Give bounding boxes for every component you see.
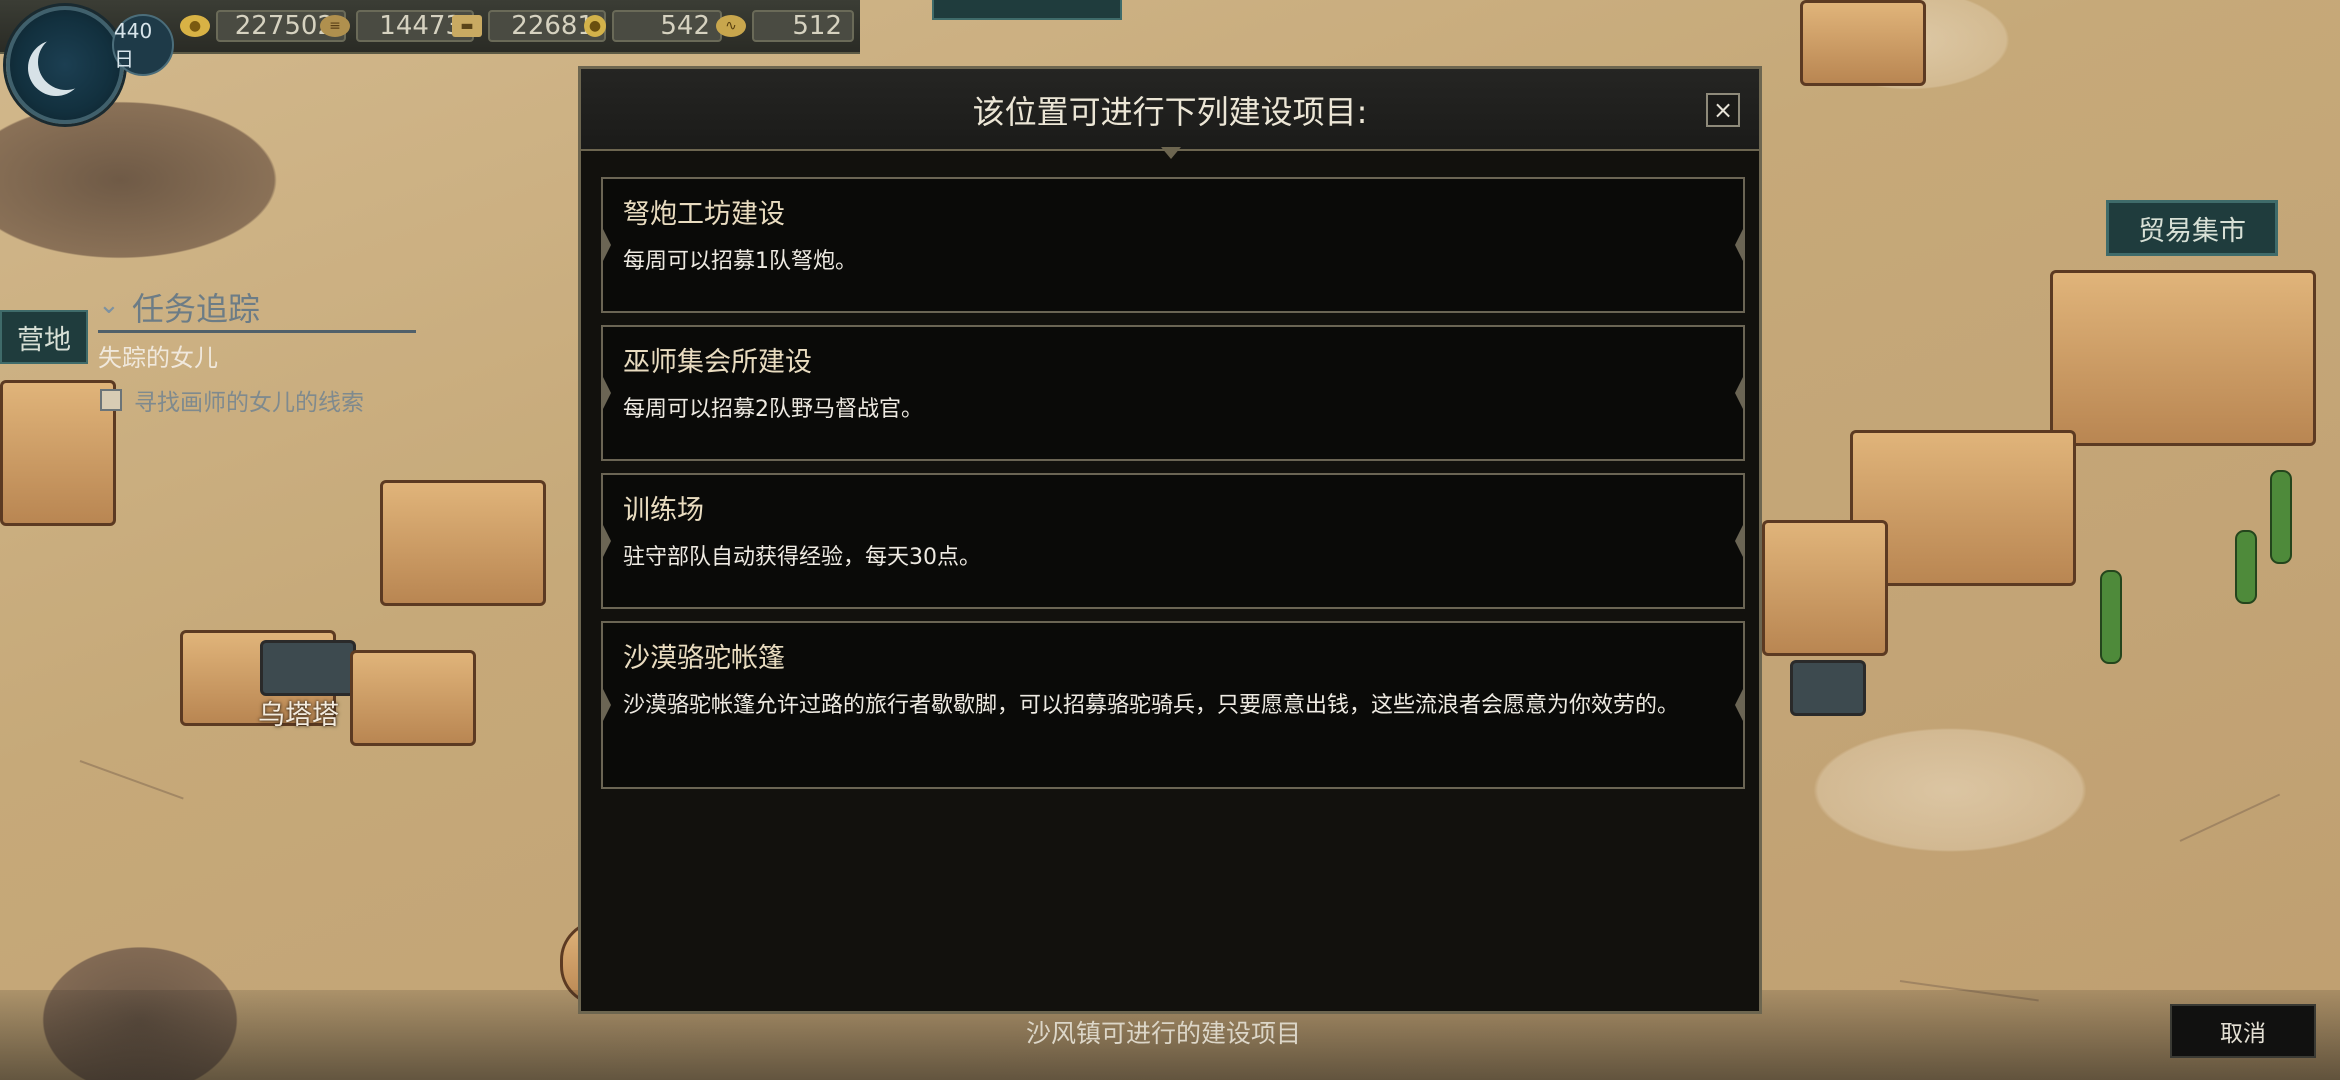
quest-name[interactable]: 失踪的女儿 (98, 338, 218, 373)
day-night-orb[interactable] (6, 6, 124, 124)
map-building (350, 650, 476, 746)
horn-icon: ∿ (716, 15, 746, 37)
resource-horn: ∿ 512 (716, 9, 854, 43)
quest-tracker-title: 任务追踪 (132, 290, 261, 328)
dialog-header: 该位置可进行下列建设项目: × (581, 69, 1759, 151)
resource-crystal: ● 542 (584, 9, 722, 43)
map-building (1790, 660, 1866, 716)
map-building (0, 380, 116, 526)
resource-value: 512 (752, 10, 854, 42)
map-building (1762, 520, 1888, 656)
option-title: 弩炮工坊建设 (623, 199, 785, 230)
map-location-tag[interactable] (932, 0, 1122, 20)
cactus (2235, 530, 2257, 604)
ground-crack (2179, 793, 2281, 842)
stone-bricks-icon: ▬ (452, 15, 482, 37)
town-label[interactable]: 乌塔塔 (258, 693, 339, 732)
quest-tracker-header[interactable]: ⌄ 任务追踪 (98, 282, 416, 333)
option-description: 驻守部队自动获得经验，每天30点。 (623, 545, 981, 570)
chevron-down-icon[interactable]: ⌄ (98, 290, 120, 320)
option-description: 每周可以招募2队野马督战官。 (623, 397, 923, 422)
quest-objective[interactable]: 寻找画师的女儿的线索 (100, 383, 364, 417)
build-option-camel-tent[interactable]: 沙漠骆驼帐篷 沙漠骆驼帐篷允许过路的旅行者歇歇脚，可以招募骆驼骑兵，只要愿意出钱… (601, 621, 1745, 789)
option-title: 沙漠骆驼帐篷 (623, 643, 785, 674)
day-counter: 440日 (112, 14, 174, 76)
build-option-ballista-workshop[interactable]: 弩炮工坊建设 每周可以招募1队弩炮。 (601, 177, 1745, 313)
map-building (260, 640, 356, 696)
dialog-title: 该位置可进行下列建设项目: (972, 93, 1368, 131)
map-building (2050, 270, 2316, 446)
map-building (380, 480, 546, 606)
build-option-training-ground[interactable]: 训练场 驻守部队自动获得经验，每天30点。 (601, 473, 1745, 609)
cactus (2270, 470, 2292, 564)
option-description: 沙漠骆驼帐篷允许过路的旅行者歇歇脚，可以招募骆驼骑兵，只要愿意出钱，这些流浪者会… (623, 693, 1680, 718)
moon-icon (38, 34, 94, 90)
close-button[interactable]: × (1706, 93, 1740, 127)
camp-tag[interactable]: 营地 (0, 310, 88, 364)
map-building (1800, 0, 1926, 86)
market-tag[interactable]: 贸易集市 (2106, 200, 2278, 256)
header-notch (1161, 147, 1181, 159)
ground-crack (79, 760, 184, 800)
option-title: 训练场 (623, 495, 704, 526)
resource-stone: ▬ 22681 (452, 9, 606, 43)
resource-wood: ≡ 14473 (320, 9, 474, 43)
gold-coins-icon: ● (180, 15, 210, 37)
resource-value: 542 (612, 10, 722, 42)
wood-logs-icon: ≡ (320, 15, 350, 37)
cancel-button[interactable]: 取消 (2170, 1004, 2316, 1058)
option-description: 每周可以招募1队弩炮。 (623, 249, 857, 274)
option-title: 巫师集会所建设 (623, 347, 812, 378)
cactus (2100, 570, 2122, 664)
build-option-list: 弩炮工坊建设 每周可以招募1队弩炮。 巫师集会所建设 每周可以招募2队野马督战官… (601, 177, 1745, 801)
crystal-egg-icon: ● (584, 15, 606, 37)
build-options-dialog: 该位置可进行下列建设项目: × 弩炮工坊建设 每周可以招募1队弩炮。 巫师集会所… (578, 66, 1762, 1014)
bottom-caption: 沙风镇可进行的建设项目 (1026, 1019, 1302, 1048)
build-option-wizard-guild[interactable]: 巫师集会所建设 每周可以招募2队野马督战官。 (601, 325, 1745, 461)
objective-checkbox (100, 389, 122, 411)
objective-text: 寻找画师的女儿的线索 (134, 390, 364, 416)
